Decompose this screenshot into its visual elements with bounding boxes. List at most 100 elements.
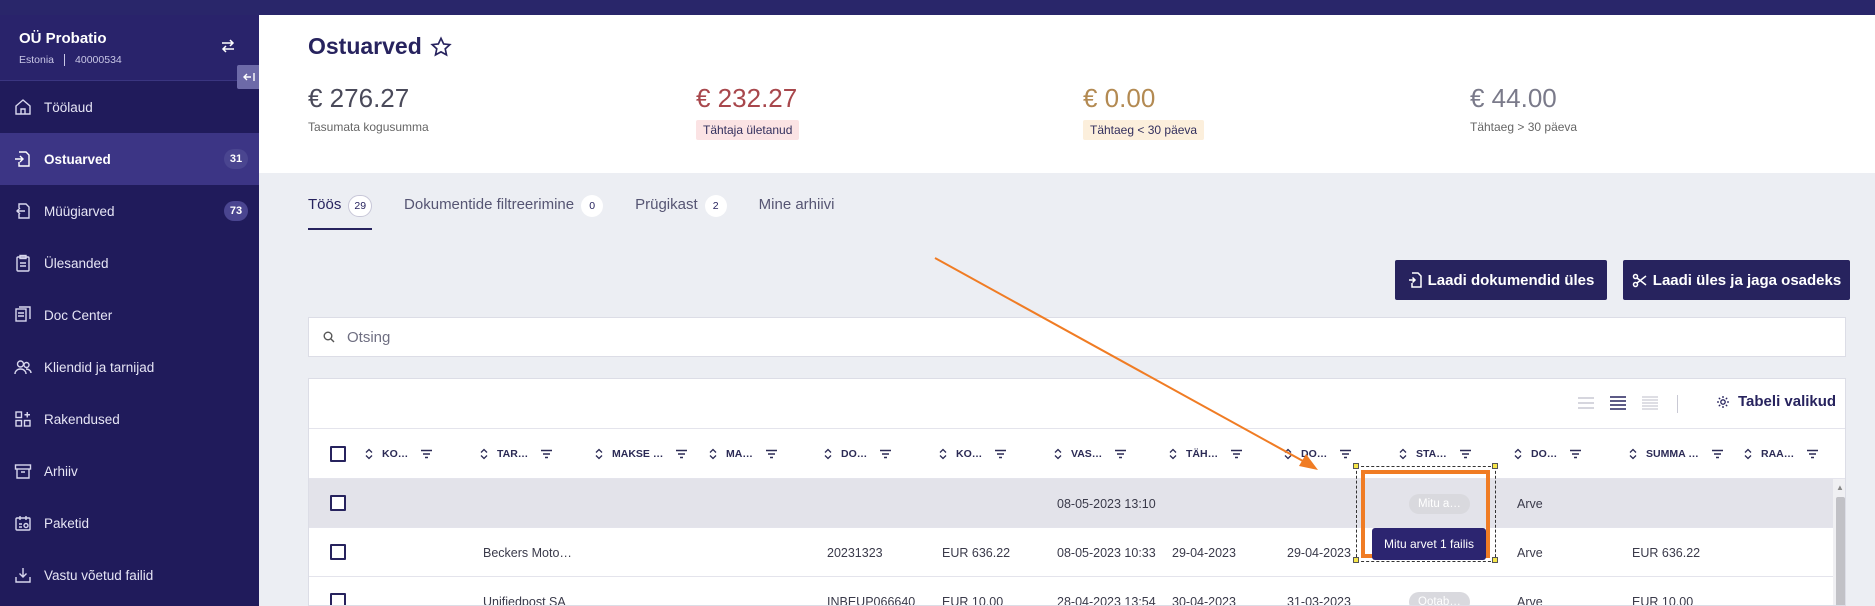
table-cell-col-ma [712, 577, 822, 605]
switch-company-icon[interactable] [219, 37, 237, 55]
table-options-button[interactable]: Tabeli valikud [1716, 393, 1836, 410]
filter-icon[interactable] [765, 449, 778, 459]
filter-icon[interactable] [420, 449, 433, 459]
sort-icon[interactable] [365, 448, 373, 460]
column-header-label: SUMMA … [1646, 448, 1699, 460]
column-header-col-do[interactable]: DO… [824, 429, 892, 479]
filter-icon[interactable] [675, 449, 688, 459]
column-header-col-makse[interactable]: MAKSE … [595, 429, 688, 479]
column-header-col-tah[interactable]: TÄH… [1169, 429, 1243, 479]
resize-handle [1353, 463, 1359, 469]
column-header-col-summa[interactable]: SUMMA … [1629, 429, 1724, 479]
scroll-thumb[interactable] [1836, 497, 1845, 605]
table-scrollbar[interactable]: ▲ [1833, 479, 1845, 605]
company-meta: Estonia 40000534 [19, 54, 122, 66]
sidebar-item-kliendid-ja-tarnijad[interactable]: Kliendid ja tarnijad [0, 341, 259, 393]
stat-label: Tasumata kogusumma [308, 120, 429, 134]
sidebar-item-vastu-voetud-failid[interactable]: Vastu võetud failid [0, 549, 259, 601]
column-header-col-do3[interactable]: DO… [1514, 429, 1582, 479]
column-header-col-tar[interactable]: TAR… [480, 429, 553, 479]
density-standard-icon[interactable] [1609, 395, 1627, 411]
filter-icon[interactable] [1569, 449, 1582, 459]
column-header-label: TÄH… [1186, 448, 1219, 460]
sort-icon[interactable] [824, 448, 832, 460]
table-row[interactable]: Beckers Moto… 20231323 EUR 636.22 08-05-202… [309, 528, 1833, 577]
table-cell-col-ma [712, 528, 822, 577]
package-icon [15, 516, 31, 531]
search-input[interactable] [347, 328, 1747, 346]
sort-icon[interactable] [939, 448, 947, 460]
filter-icon[interactable] [1339, 449, 1352, 459]
table-cell-col-ma [712, 479, 822, 528]
density-comfortable-icon[interactable] [1577, 395, 1595, 411]
divider [1677, 395, 1678, 413]
sidebar-item-muugiarved[interactable]: Müügiarved 73 [0, 185, 259, 237]
column-header-label: VAS… [1071, 448, 1103, 460]
sort-icon[interactable] [480, 448, 488, 460]
sort-icon[interactable] [1629, 448, 1637, 460]
tab-mine-arhiivi[interactable]: Mine arhiivi [759, 196, 835, 230]
divider [64, 54, 66, 66]
table-cell-col-raa [1747, 577, 1832, 605]
sidebar-item-label: Ülesanded [44, 255, 109, 271]
column-header-col-vas[interactable]: VAS… [1054, 429, 1127, 479]
table-row[interactable]: Unifiedpost SA INBEUP066640 EUR 10.00 28-04… [309, 577, 1833, 606]
sort-icon[interactable] [1399, 448, 1407, 460]
sidebar-item-ulesanded[interactable]: Ülesanded [0, 237, 259, 289]
search-bar [308, 317, 1846, 357]
sort-icon[interactable] [1284, 448, 1292, 460]
column-header-col-ko[interactable]: KO… [365, 429, 433, 479]
column-header-col-raa[interactable]: RAA… [1744, 429, 1819, 479]
scroll-up-icon[interactable]: ▲ [1836, 483, 1844, 492]
sidebar-item-paketid[interactable]: Paketid [0, 497, 259, 549]
column-header-col-ko2[interactable]: KO… [939, 429, 1007, 479]
sort-icon[interactable] [595, 448, 603, 460]
sidebar-item-toolaud[interactable]: Töölaud [0, 81, 259, 133]
tab-toos[interactable]: Töös 29 [308, 195, 373, 230]
row-checkbox[interactable] [330, 593, 346, 605]
filter-icon[interactable] [1711, 449, 1724, 459]
scissors-icon [1632, 273, 1647, 287]
star-icon[interactable] [430, 35, 452, 58]
sidebar-item-rakendused[interactable]: Rakendused [0, 393, 259, 445]
home-icon [15, 99, 31, 115]
upload-documents-button[interactable]: Laadi dokumendid üles [1395, 260, 1607, 300]
column-header-col-ma[interactable]: MA… [709, 429, 778, 479]
filter-icon[interactable] [994, 449, 1007, 459]
tab-label: Dokumentide filtreerimine [404, 196, 575, 213]
table-cell-col-makse [598, 577, 708, 605]
tab-prugikast[interactable]: Prügikast 2 [635, 195, 727, 230]
filter-icon[interactable] [1230, 449, 1243, 459]
sidebar-item-doc-center[interactable]: Doc Center [0, 289, 259, 341]
filter-icon[interactable] [1806, 449, 1819, 459]
status-badge[interactable]: Ootab… [1409, 591, 1470, 605]
tab-label: Mine arhiivi [758, 196, 835, 213]
company-name: OÜ Probatio [19, 30, 107, 47]
filter-icon[interactable] [1459, 449, 1472, 459]
sort-icon[interactable] [1169, 448, 1177, 460]
filter-icon[interactable] [1114, 449, 1127, 459]
tab-dokumentide-filtreerimine[interactable]: Dokumentide filtreerimine 0 [404, 195, 604, 230]
row-checkbox[interactable] [330, 544, 346, 560]
column-header-col-do2[interactable]: DO… [1284, 429, 1352, 479]
column-header-label: KO… [382, 448, 409, 460]
stat-amount: € 232.27 [696, 83, 798, 113]
row-checkbox[interactable] [330, 495, 346, 511]
sidebar-item-arhiiv[interactable]: Arhiiv [0, 445, 259, 497]
column-header-label: MA… [726, 448, 753, 460]
table-row[interactable]: 08-05-2023 13:10 Mitu a… Arve [309, 479, 1833, 528]
select-all-checkbox[interactable] [330, 446, 346, 462]
upload-and-split-button[interactable]: Laadi üles ja jaga osadeks [1623, 260, 1850, 300]
table-header: KO… TAR… MAKSE … MA… DO… KO… VAS… TÄH… DO… STA… DO… [309, 429, 1845, 479]
density-compact-icon[interactable] [1641, 395, 1659, 411]
sort-icon[interactable] [1514, 448, 1522, 460]
sort-icon[interactable] [1744, 448, 1752, 460]
filter-icon[interactable] [879, 449, 892, 459]
sort-icon[interactable] [709, 448, 717, 460]
sort-icon[interactable] [1054, 448, 1062, 460]
filter-icon[interactable] [540, 449, 553, 459]
table-cell-col-do3: Arve [1517, 594, 1543, 606]
tab-bar: Töös 29 Dokumentide filtreerimine 0 Prüg… [308, 195, 867, 230]
company-switcher[interactable]: OÜ Probatio Estonia 40000534 [0, 15, 259, 81]
sidebar-item-ostuarved[interactable]: Ostuarved 31 [0, 133, 259, 185]
